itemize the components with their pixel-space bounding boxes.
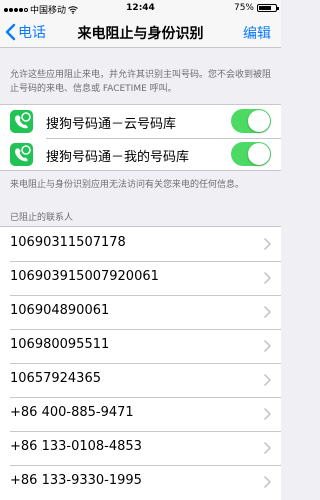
chevron-right-icon (264, 272, 271, 284)
blocked-contact-number: 106904890061 (10, 303, 110, 318)
blocked-contacts-list: 10690311507178 106903915007920061 106904… (0, 226, 281, 500)
blocked-contact-row[interactable]: 10657924365 (0, 363, 281, 397)
app-row-cloud-library: 搜狗号码通－云号码库 (0, 105, 281, 138)
app-row-my-library: 搜狗号码通－我的号码库 (0, 138, 281, 171)
blocked-contact-row[interactable]: 10690311507178 (0, 227, 281, 261)
blocked-contact-number: +86 133-9330-1995 (10, 473, 142, 488)
blocked-contact-row[interactable]: 106980095511 (0, 329, 281, 363)
blocked-contact-row[interactable]: +86 133-9330-1995 (0, 465, 281, 499)
status-bar: 中国移动 12:44 75% (0, 0, 281, 16)
blocked-contact-row[interactable]: +86 400-885-9471 (0, 397, 281, 431)
blocked-contact-number: +86 400-885-9471 (10, 405, 134, 420)
chevron-right-icon (264, 476, 271, 488)
blocked-contact-number: 10690311507178 (10, 235, 126, 250)
chevron-right-icon (264, 442, 271, 454)
status-right: 75% (233, 3, 279, 13)
chevron-left-icon (5, 23, 16, 41)
blocked-contact-number: 106980095511 (10, 337, 110, 352)
battery-percent: 75% (233, 3, 254, 13)
app-label: 搜狗号码通－我的号码库 (46, 150, 190, 165)
my-library-toggle[interactable] (231, 142, 271, 166)
chevron-right-icon (264, 238, 271, 250)
sogou-app-icon (10, 143, 33, 166)
privacy-description: 来电阻止与身份识别应用无法访问有关您来电的任何信息。 (10, 180, 245, 190)
blocked-contact-row[interactable]: 106903915007920061 (0, 261, 281, 295)
cloud-library-toggle[interactable] (231, 109, 271, 133)
blocked-contact-row[interactable]: +86 133-0108-4853 (0, 431, 281, 465)
blocked-contacts-header: 已阻止的联系人 (10, 213, 74, 223)
chevron-right-icon (264, 340, 271, 352)
nav-bar: 来电阻止与身份识别 电话 编辑 (0, 16, 281, 48)
battery-icon (257, 4, 279, 12)
blocked-contact-number: 10657924365 (10, 371, 101, 386)
toggle-knob (248, 143, 270, 165)
apps-description: 允许这些应用阻止来电，并允许其识别主叫号码。您不会收到被阻止号码的来电、信息或 … (10, 70, 272, 94)
chevron-right-icon (264, 374, 271, 386)
sogou-app-icon (10, 110, 33, 133)
back-button-label: 电话 (18, 25, 46, 41)
call-blocking-apps-group: 搜狗号码通－云号码库 搜狗号码通－我的号码库 (0, 104, 281, 171)
blocked-contact-row[interactable]: 106904890061 (0, 295, 281, 329)
toggle-knob (248, 110, 270, 132)
app-label: 搜狗号码通－云号码库 (46, 117, 177, 132)
back-button[interactable]: 电话 (4, 22, 46, 42)
blocked-contact-number: +86 133-0108-4853 (10, 439, 142, 454)
battery-level (259, 6, 271, 10)
blocked-contact-number: 106903915007920061 (10, 269, 159, 284)
chevron-right-icon (264, 306, 271, 318)
chevron-right-icon (264, 408, 271, 420)
edit-button[interactable]: 编辑 (243, 23, 271, 43)
